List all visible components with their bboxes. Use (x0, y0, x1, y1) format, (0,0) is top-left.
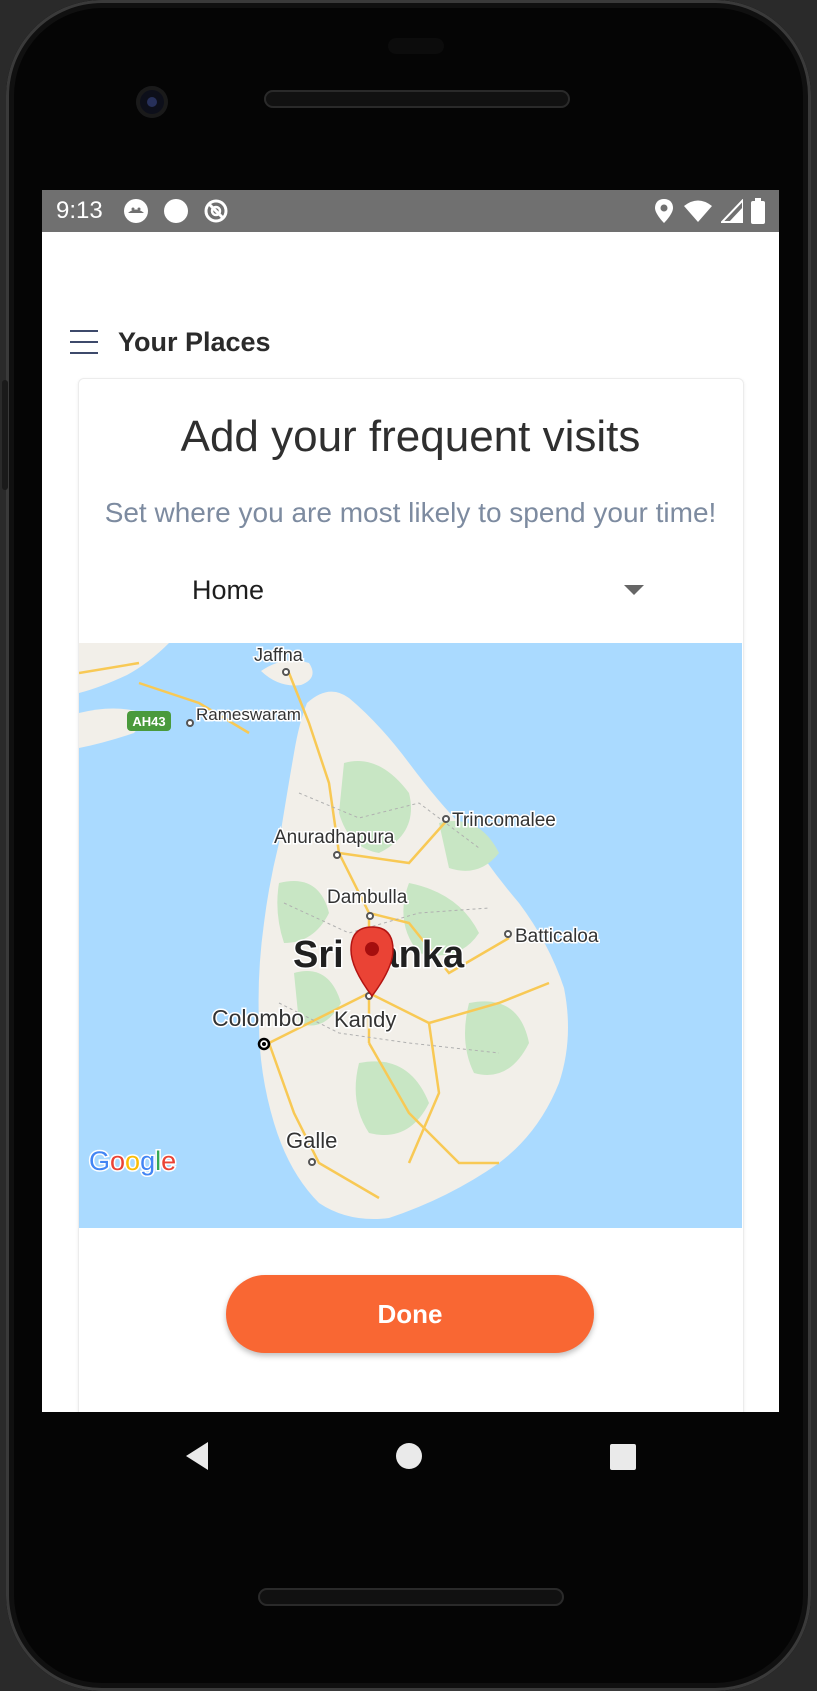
city-label-rameswaram: Rameswaram (196, 705, 301, 724)
wifi-icon (684, 200, 712, 222)
app-screen: 9:13 Your Places Add your frequent visit… (42, 190, 779, 1412)
back-icon[interactable] (182, 1440, 212, 1472)
google-logo: Google (89, 1146, 176, 1176)
page-title: Your Places (118, 326, 271, 357)
card-subtitle: Set where you are most likely to spend y… (104, 497, 717, 528)
place-type-value: Home (192, 574, 265, 605)
navigation-bar (42, 1412, 779, 1532)
no-disturb-icon (204, 199, 228, 223)
city-label-kandy: Kandy (334, 1007, 396, 1032)
top-speaker (264, 90, 570, 108)
bottom-speaker (258, 1588, 564, 1606)
status-bar: 9:13 (42, 190, 779, 232)
status-time: 9:13 (56, 197, 103, 224)
city-label-dambulla: Dambulla (327, 887, 408, 908)
location-icon (655, 199, 673, 223)
app-bar: Your Places (42, 314, 779, 370)
hamburger-menu-icon[interactable] (70, 330, 98, 354)
location-map[interactable]: AH43 Jaffna Rameswaram Trincomalee Anura (79, 643, 742, 1228)
earpiece-slot (388, 38, 444, 54)
power-button (2, 380, 8, 490)
android-icon (123, 199, 148, 223)
place-type-dropdown[interactable]: Home (178, 568, 648, 612)
home-icon[interactable] (395, 1442, 423, 1470)
chevron-down-icon (624, 585, 644, 595)
city-label-anuradhapura: Anuradhapura (274, 827, 395, 848)
road-shield: AH43 (127, 711, 171, 731)
battery-icon (751, 198, 765, 224)
map-canvas: AH43 Jaffna Rameswaram Trincomalee Anura (79, 643, 742, 1228)
recents-icon[interactable] (609, 1443, 637, 1471)
card-title: Add your frequent visits (180, 412, 641, 461)
done-button[interactable]: Done (226, 1275, 594, 1353)
city-label-trincomalee: Trincomalee (452, 810, 556, 831)
city-label-galle: Galle (286, 1128, 337, 1153)
road-shield-label: AH43 (132, 714, 165, 729)
signal-icon (721, 199, 743, 223)
city-label-batticaloa: Batticaloa (515, 926, 599, 947)
record-icon (163, 199, 188, 223)
city-label-jaffna: Jaffna (254, 645, 304, 665)
city-label-colombo: Colombo (212, 1005, 304, 1031)
front-camera (136, 86, 168, 118)
